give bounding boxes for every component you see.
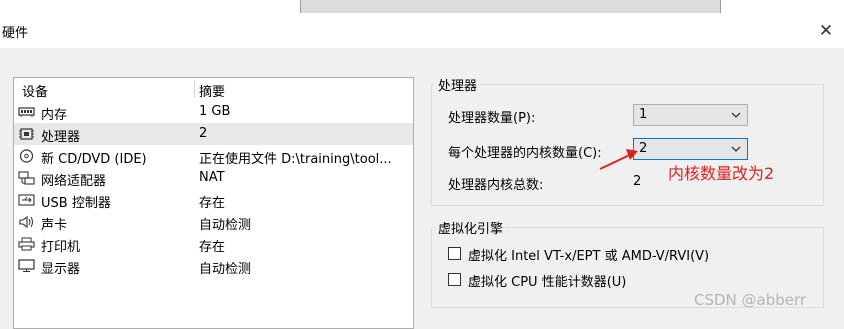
- device-row-display[interactable]: 显示器 自动检测: [14, 255, 413, 277]
- device-row-printer[interactable]: 打印机 存在: [14, 233, 413, 255]
- usb-icon: [18, 194, 35, 206]
- virtualize-perf-counters-checkbox[interactable]: [448, 273, 461, 286]
- processor-count-select[interactable]: 1: [633, 104, 748, 126]
- background-divider: [720, 0, 721, 13]
- printer-icon: [18, 237, 35, 251]
- device-name: 内存: [41, 108, 68, 123]
- annotation-arrow-icon: [599, 149, 638, 170]
- device-name: USB 控制器: [41, 196, 111, 211]
- device-row-memory[interactable]: 内存 1 GB: [14, 101, 413, 123]
- processor-group-title: 处理器: [435, 75, 481, 94]
- device-name: 打印机: [41, 240, 81, 255]
- virtualize-vtx-label[interactable]: 虚拟化 Intel VT-x/EPT 或 AMD-V/RVI(V): [468, 245, 709, 264]
- device-row-network[interactable]: 网络适配器 NAT: [14, 167, 413, 189]
- background-bar: [300, 0, 720, 13]
- device-summary: 自动检测: [199, 218, 252, 233]
- device-name: 显示器: [41, 262, 81, 277]
- device-summary: NAT: [199, 170, 225, 185]
- monitor-icon: [18, 259, 35, 272]
- window-title: 硬件: [2, 26, 29, 41]
- device-name: 声卡: [41, 218, 68, 233]
- annotation-text: 内核数量改为2: [668, 164, 775, 183]
- processor-count-value: 1: [639, 107, 648, 122]
- summary-column-header[interactable]: 摘要: [199, 81, 225, 100]
- close-button[interactable]: ✕: [812, 20, 840, 42]
- device-summary: 存在: [199, 196, 226, 211]
- device-summary: 正在使用文件 D:\training\tool...: [199, 152, 392, 167]
- title-bar: 硬件 ✕: [0, 14, 844, 48]
- device-summary: 1 GB: [199, 104, 231, 119]
- close-icon: ✕: [818, 21, 834, 41]
- total-cores-value: 2: [633, 174, 642, 189]
- device-row-processor[interactable]: 处理器 2: [14, 123, 413, 145]
- background-divider: [300, 0, 301, 13]
- chevron-down-icon: [731, 112, 741, 118]
- watermark: CSDN @abberr: [694, 291, 807, 309]
- virtualize-perf-counters-label[interactable]: 虚拟化 CPU 性能计数器(U): [468, 271, 626, 290]
- device-column-header[interactable]: 设备: [22, 81, 48, 100]
- device-summary: 2: [199, 126, 208, 141]
- cores-per-processor-select[interactable]: 2: [633, 138, 748, 160]
- device-row-cd-dvd[interactable]: 新 CD/DVD (IDE) 正在使用文件 D:\training\tool..…: [14, 145, 413, 167]
- speaker-icon: [19, 215, 33, 229]
- device-summary: 存在: [199, 240, 226, 255]
- device-name: 处理器: [41, 130, 81, 145]
- memory-icon: [18, 107, 35, 117]
- processor-count-label: 处理器数量(P):: [448, 111, 536, 126]
- network-adapter-icon: [18, 171, 35, 185]
- virtualize-vtx-checkbox[interactable]: [448, 247, 461, 260]
- device-row-usb[interactable]: USB 控制器 存在: [14, 189, 413, 211]
- chevron-down-icon: [731, 146, 741, 152]
- column-separator[interactable]: [194, 80, 195, 98]
- device-name: 新 CD/DVD (IDE): [41, 152, 147, 167]
- device-list[interactable]: 设备 摘要 内存 1 GB 处理器 2 新 CD/DVD (IDE) 正在使用文…: [13, 77, 414, 329]
- device-row-sound[interactable]: 声卡 自动检测: [14, 211, 413, 233]
- cpu-icon: [19, 128, 34, 140]
- device-summary: 自动检测: [199, 262, 252, 277]
- cd-dvd-icon: [19, 149, 34, 163]
- background-window-strip: [0, 0, 844, 15]
- device-list-header: 设备 摘要: [14, 78, 413, 100]
- total-cores-label: 处理器内核总数:: [448, 178, 544, 193]
- virtualization-group-title: 虚拟化引擎: [435, 218, 507, 237]
- device-name: 网络适配器: [41, 174, 107, 189]
- cores-per-processor-label: 每个处理器的内核数量(C):: [448, 146, 602, 161]
